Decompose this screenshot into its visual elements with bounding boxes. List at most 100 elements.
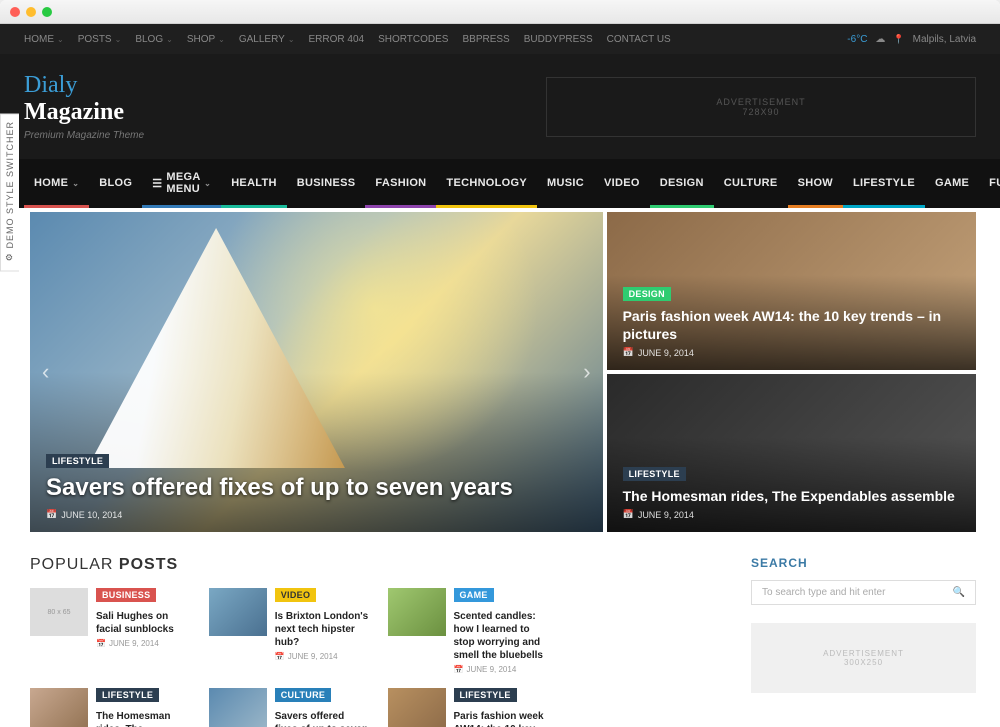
mainnav-label: FASHION bbox=[375, 177, 426, 189]
category-badge[interactable]: LIFESTYLE bbox=[454, 688, 517, 702]
post-title[interactable]: The Homesman rides, The Expendables asse… bbox=[96, 710, 191, 727]
post-date: 📅 JUNE 9, 2014 bbox=[275, 652, 370, 661]
popular-post[interactable]: 80 x 65BUSINESSSali Hughes on facial sun… bbox=[30, 588, 191, 674]
site-tagline: Premium Magazine Theme bbox=[24, 130, 144, 141]
site-header: DialyMagazine Premium Magazine Theme ADV… bbox=[0, 54, 1000, 159]
category-badge[interactable]: GAME bbox=[454, 588, 494, 602]
mainnav-label: TECHNOLOGY bbox=[446, 177, 527, 189]
topnav-item[interactable]: CONTACT US bbox=[607, 34, 671, 45]
header-advertisement[interactable]: ADVERTISEMENT 728X90 bbox=[546, 77, 976, 137]
mainnav-item[interactable]: FUN bbox=[979, 159, 1000, 208]
topnav-item[interactable]: BLOG⌄ bbox=[135, 34, 173, 45]
weather-location: Malpils, Latvia bbox=[913, 34, 976, 45]
window-zoom-button[interactable] bbox=[42, 7, 52, 17]
post-title[interactable]: Sali Hughes on facial sunblocks bbox=[96, 610, 191, 636]
mainnav-label: DESIGN bbox=[660, 177, 704, 189]
window-minimize-button[interactable] bbox=[26, 7, 36, 17]
popular-post[interactable]: LIFESTYLE The Homesman rides, The Expenda… bbox=[30, 688, 191, 727]
mainnav-item[interactable]: BUSINESS bbox=[287, 159, 366, 208]
mainnav-item[interactable]: LIFESTYLE bbox=[843, 159, 925, 208]
post-title[interactable]: Paris fashion week AW14: the 10 key tren… bbox=[454, 710, 549, 727]
slider-next-icon[interactable]: › bbox=[583, 359, 590, 385]
mainnav-item[interactable]: ☰MEGA MENU⌄ bbox=[142, 159, 221, 208]
chevron-down-icon: ⌄ bbox=[166, 35, 173, 44]
hero-date: 📅JUNE 10, 2014 bbox=[46, 509, 513, 520]
post-thumbnail bbox=[209, 688, 267, 727]
mainnav-label: VIDEO bbox=[604, 177, 640, 189]
category-badge[interactable]: LIFESTYLE bbox=[623, 467, 686, 481]
mainnav-item[interactable]: SHOW bbox=[788, 159, 843, 208]
mainnav-item[interactable]: DESIGN bbox=[650, 159, 714, 208]
mainnav-label: LIFESTYLE bbox=[853, 177, 915, 189]
hero-side-card[interactable]: DESIGN Paris fashion week AW14: the 10 k… bbox=[607, 212, 976, 370]
topnav-item[interactable]: BUDDYPRESS bbox=[524, 34, 593, 45]
category-badge[interactable]: DESIGN bbox=[623, 287, 671, 301]
window-close-button[interactable] bbox=[10, 7, 20, 17]
side-card-title[interactable]: Paris fashion week AW14: the 10 key tren… bbox=[623, 307, 960, 343]
topnav-item[interactable]: POSTS⌄ bbox=[78, 34, 122, 45]
chevron-down-icon: ⌄ bbox=[57, 35, 64, 44]
browser-titlebar bbox=[0, 0, 1000, 24]
topnav-item[interactable]: SHORTCODES bbox=[378, 34, 448, 45]
post-title[interactable]: Savers offered fixes of up to seven year… bbox=[275, 710, 370, 727]
mainnav-item[interactable]: VIDEO bbox=[594, 159, 650, 208]
list-icon: ☰ bbox=[152, 177, 162, 190]
calendar-icon: 📅 bbox=[275, 652, 285, 661]
mainnav-item[interactable]: HEALTH bbox=[221, 159, 287, 208]
mainnav-label: BLOG bbox=[99, 177, 132, 189]
site-logo[interactable]: DialyMagazine bbox=[24, 72, 144, 126]
category-badge[interactable]: BUSINESS bbox=[96, 588, 156, 602]
slider-prev-icon[interactable]: ‹ bbox=[42, 359, 49, 385]
hero-title[interactable]: Savers offered fixes of up to seven year… bbox=[46, 474, 513, 503]
topnav-item[interactable]: BBPRESS bbox=[462, 34, 509, 45]
popular-post[interactable]: VIDEO Is Brixton London's next tech hipst… bbox=[209, 588, 370, 674]
sidebar-heading-search: SEARCH bbox=[751, 556, 976, 570]
search-input[interactable]: To search type and hit enter 🔍 bbox=[751, 580, 976, 605]
category-badge[interactable]: LIFESTYLE bbox=[96, 688, 159, 702]
calendar-icon: 📅 bbox=[96, 639, 106, 648]
category-badge[interactable]: CULTURE bbox=[275, 688, 331, 702]
gear-icon: ⚙ bbox=[5, 254, 15, 265]
temperature: -6°C bbox=[847, 34, 867, 45]
chevron-down-icon: ⌄ bbox=[72, 179, 79, 188]
mainnav-item[interactable]: CULTURE bbox=[714, 159, 788, 208]
mainnav-item[interactable]: TECHNOLOGY bbox=[436, 159, 537, 208]
mainnav-label: MUSIC bbox=[547, 177, 584, 189]
topnav-item[interactable]: SHOP⌄ bbox=[187, 34, 225, 45]
mainnav-item[interactable]: HOME ⌄ bbox=[24, 159, 89, 208]
cloud-icon: ☁ bbox=[875, 34, 885, 45]
section-title-popular: POPULAR POSTS bbox=[30, 556, 727, 574]
search-icon[interactable]: 🔍 bbox=[953, 587, 965, 598]
mainnav-label: GAME bbox=[935, 177, 969, 189]
mainnav-label: HOME bbox=[34, 177, 68, 189]
popular-post[interactable]: LIFESTYLE Paris fashion week AW14: the 10… bbox=[388, 688, 549, 727]
hero-slider: ‹ › LIFESTYLE Savers offered fixes of up… bbox=[0, 208, 1000, 536]
topnav-item[interactable]: ERROR 404 bbox=[309, 34, 365, 45]
popular-post[interactable]: GAME Scented candles: how I learned to st… bbox=[388, 588, 549, 674]
hero-side-card[interactable]: LIFESTYLE The Homesman rides, The Expend… bbox=[607, 374, 976, 532]
mainnav-item[interactable]: MUSIC bbox=[537, 159, 594, 208]
topnav-item[interactable]: GALLERY⌄ bbox=[239, 34, 295, 45]
hero-main-slide[interactable]: ‹ › LIFESTYLE Savers offered fixes of up… bbox=[30, 212, 603, 532]
post-title[interactable]: Scented candles: how I learned to stop w… bbox=[454, 610, 549, 662]
calendar-icon: 📅 bbox=[46, 509, 57, 520]
post-title[interactable]: Is Brixton London's next tech hipster hu… bbox=[275, 610, 370, 649]
demo-style-switcher[interactable]: ⚙ DEMO STYLE SWITCHER bbox=[0, 114, 19, 272]
popular-post[interactable]: CULTURE Savers offered fixes of up to sev… bbox=[209, 688, 370, 727]
category-badge[interactable]: LIFESTYLE bbox=[46, 454, 109, 468]
chevron-down-icon: ⌄ bbox=[288, 35, 295, 44]
mainnav-label: CULTURE bbox=[724, 177, 778, 189]
category-badge[interactable]: VIDEO bbox=[275, 588, 317, 602]
side-card-title[interactable]: The Homesman rides, The Expendables asse… bbox=[623, 487, 955, 505]
mainnav-label: BUSINESS bbox=[297, 177, 356, 189]
weather-widget[interactable]: -6°C ☁ 📍 Malpils, Latvia bbox=[847, 34, 976, 45]
calendar-icon: 📅 bbox=[623, 509, 634, 520]
sidebar-advertisement[interactable]: ADVERTISEMENT 300X250 bbox=[751, 623, 976, 693]
topnav-item[interactable]: HOME⌄ bbox=[24, 34, 64, 45]
mainnav-label: HEALTH bbox=[231, 177, 277, 189]
mainnav-item[interactable]: BLOG bbox=[89, 159, 142, 208]
mainnav-item[interactable]: FASHION bbox=[365, 159, 436, 208]
post-thumbnail bbox=[30, 688, 88, 727]
mainnav-label: MEGA MENU bbox=[166, 171, 200, 195]
mainnav-item[interactable]: GAME bbox=[925, 159, 979, 208]
